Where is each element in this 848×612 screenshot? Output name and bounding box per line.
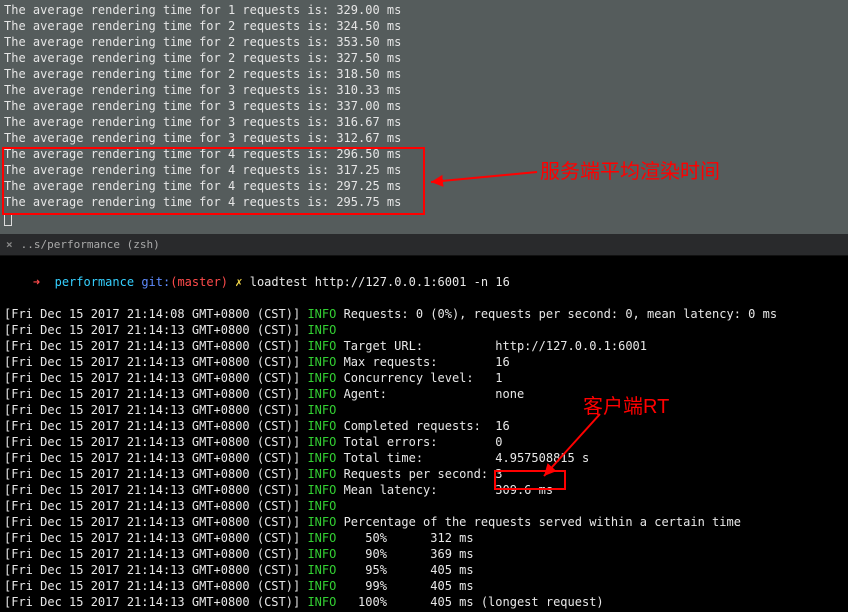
log-line: [Fri Dec 15 2017 21:14:13 GMT+0800 (CST)… (4, 370, 844, 386)
log-line: [Fri Dec 15 2017 21:14:13 GMT+0800 (CST)… (4, 322, 844, 338)
render-time-line: The average rendering time for 2 request… (4, 34, 844, 50)
render-time-line: The average rendering time for 4 request… (4, 178, 844, 194)
log-line: [Fri Dec 15 2017 21:14:13 GMT+0800 (CST)… (4, 546, 844, 562)
terminal-tab-bar: × ..s/performance (zsh) (0, 234, 848, 256)
prompt-cwd: performance (55, 275, 134, 289)
dirty-icon: ✗ (235, 275, 242, 289)
render-time-line: The average rendering time for 2 request… (4, 66, 844, 82)
render-time-line: The average rendering time for 3 request… (4, 114, 844, 130)
server-render-pane: The average rendering time for 1 request… (0, 0, 848, 234)
render-time-line: The average rendering time for 3 request… (4, 82, 844, 98)
log-line: [Fri Dec 15 2017 21:14:13 GMT+0800 (CST)… (4, 402, 844, 418)
log-line: [Fri Dec 15 2017 21:14:13 GMT+0800 (CST)… (4, 482, 844, 498)
log-line: [Fri Dec 15 2017 21:14:13 GMT+0800 (CST)… (4, 514, 844, 530)
render-time-line: The average rendering time for 2 request… (4, 50, 844, 66)
log-line: [Fri Dec 15 2017 21:14:08 GMT+0800 (CST)… (4, 306, 844, 322)
render-time-line: The average rendering time for 4 request… (4, 162, 844, 178)
log-line: [Fri Dec 15 2017 21:14:13 GMT+0800 (CST)… (4, 450, 844, 466)
log-line: [Fri Dec 15 2017 21:14:13 GMT+0800 (CST)… (4, 578, 844, 594)
command-text: loadtest http://127.0.0.1:6001 -n 16 (250, 275, 510, 289)
close-icon[interactable]: × (6, 234, 13, 256)
git-label: git: (141, 275, 170, 289)
git-branch: (master) (170, 275, 228, 289)
log-line: [Fri Dec 15 2017 21:14:13 GMT+0800 (CST)… (4, 434, 844, 450)
log-line: [Fri Dec 15 2017 21:14:13 GMT+0800 (CST)… (4, 386, 844, 402)
log-line: [Fri Dec 15 2017 21:14:13 GMT+0800 (CST)… (4, 562, 844, 578)
log-line: [Fri Dec 15 2017 21:14:13 GMT+0800 (CST)… (4, 354, 844, 370)
log-line: [Fri Dec 15 2017 21:14:13 GMT+0800 (CST)… (4, 418, 844, 434)
render-time-line: The average rendering time for 4 request… (4, 146, 844, 162)
render-time-line: The average rendering time for 4 request… (4, 194, 844, 210)
loadtest-pane: ➜ performance git:(master) ✗ loadtest ht… (0, 256, 848, 612)
log-line: [Fri Dec 15 2017 21:14:13 GMT+0800 (CST)… (4, 338, 844, 354)
render-time-line: The average rendering time for 1 request… (4, 2, 844, 18)
log-line: [Fri Dec 15 2017 21:14:13 GMT+0800 (CST)… (4, 594, 844, 610)
render-time-line: The average rendering time for 3 request… (4, 98, 844, 114)
log-line: [Fri Dec 15 2017 21:14:13 GMT+0800 (CST)… (4, 466, 844, 482)
prompt-arrow-icon: ➜ (33, 275, 40, 289)
tab-title[interactable]: ..s/performance (zsh) (21, 234, 160, 256)
terminal-cursor (4, 213, 12, 226)
log-line: [Fri Dec 15 2017 21:14:13 GMT+0800 (CST)… (4, 530, 844, 546)
log-line: [Fri Dec 15 2017 21:14:13 GMT+0800 (CST)… (4, 498, 844, 514)
render-time-line: The average rendering time for 3 request… (4, 130, 844, 146)
render-time-line: The average rendering time for 2 request… (4, 18, 844, 34)
